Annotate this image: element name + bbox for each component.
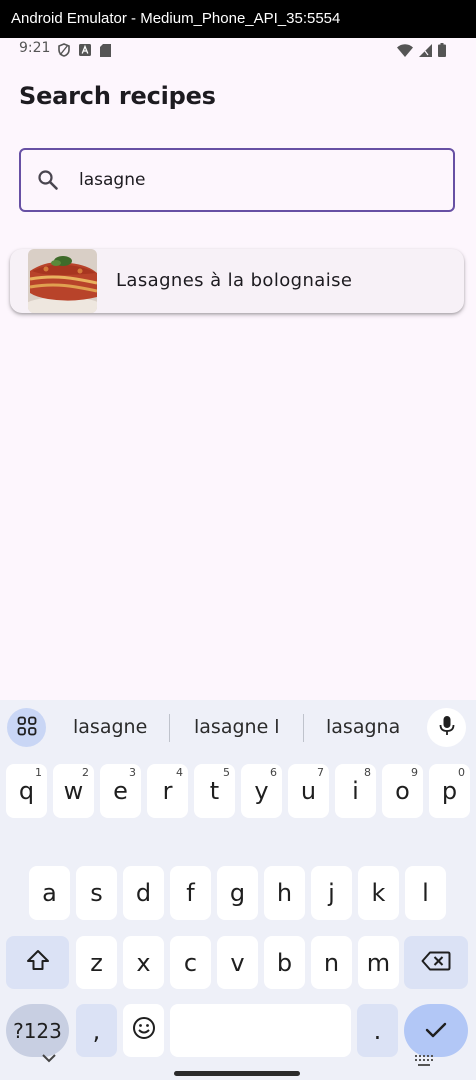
keyboard-switch-icon[interactable] (414, 1053, 434, 1072)
key-j[interactable]: j (311, 866, 352, 920)
emoji-key[interactable] (123, 1004, 164, 1057)
suggestion-divider (303, 714, 304, 742)
shield-icon (58, 43, 70, 61)
shift-key[interactable] (6, 936, 69, 989)
key-n[interactable]: n (311, 936, 352, 989)
key-z[interactable]: z (76, 936, 117, 989)
suggestion-2[interactable]: lasagne l (194, 716, 280, 738)
status-system-icons (397, 43, 446, 61)
voice-input-button[interactable] (427, 708, 466, 747)
key-hint: 9 (411, 766, 418, 779)
key-hint: 7 (317, 766, 324, 779)
emoji-icon (132, 1016, 156, 1046)
recipe-result-title: Lasagnes à la bolognaise (116, 270, 353, 291)
phone-screen: 9:21 Search recipes lasagne Lasagnes à l… (0, 38, 476, 1080)
key-x[interactable]: x (123, 936, 164, 989)
key-hint: 8 (364, 766, 371, 779)
key-label: u (300, 777, 317, 805)
key-u[interactable]: u7 (288, 764, 329, 818)
suggestion-1[interactable]: lasagne (73, 716, 147, 738)
checkmark-icon (425, 1017, 447, 1045)
lasagna-photo (28, 249, 97, 313)
keyboard-apps-button[interactable] (7, 708, 46, 747)
battery-icon (438, 43, 446, 61)
cell-signal-icon (419, 43, 432, 61)
hide-keyboard-chevron-icon[interactable] (40, 1049, 58, 1068)
key-label: t (209, 777, 220, 805)
period-key[interactable]: . (357, 1004, 398, 1057)
enter-key[interactable] (404, 1004, 468, 1057)
key-m[interactable]: m (358, 936, 399, 989)
key-v[interactable]: v (217, 936, 258, 989)
page-title: Search recipes (19, 82, 216, 110)
key-label: r (162, 777, 173, 805)
key-q[interactable]: q1 (6, 764, 47, 818)
key-i[interactable]: i8 (335, 764, 376, 818)
key-label: w (63, 777, 84, 805)
soft-keyboard: lasagne lasagne l lasagna q1w2e3r4t5y6u7… (0, 700, 476, 1080)
status-notification-icons (58, 43, 111, 61)
symbols-key[interactable]: ?123 (6, 1004, 69, 1057)
key-a[interactable]: a (29, 866, 70, 920)
key-hint: 1 (35, 766, 42, 779)
suggestion-strip: lasagne lasagne l lasagna (0, 700, 476, 756)
key-e[interactable]: e3 (100, 764, 141, 818)
key-hint: 6 (270, 766, 277, 779)
wifi-icon (397, 43, 413, 61)
key-hint: 2 (82, 766, 89, 779)
emulator-title-bar: Android Emulator - Medium_Phone_API_35:5… (0, 0, 476, 38)
key-o[interactable]: o9 (382, 764, 423, 818)
key-f[interactable]: f (170, 866, 211, 920)
backspace-key[interactable] (404, 936, 468, 989)
gesture-nav-bar[interactable] (174, 1071, 300, 1076)
microphone-icon (439, 715, 455, 741)
key-hint: 3 (129, 766, 136, 779)
key-s[interactable]: s (76, 866, 117, 920)
status-bar: 9:21 (0, 38, 476, 64)
key-t[interactable]: t5 (194, 764, 235, 818)
key-hint: 4 (176, 766, 183, 779)
recipe-result-card[interactable]: Lasagnes à la bolognaise (10, 249, 464, 313)
suggestion-divider (169, 714, 170, 742)
key-d[interactable]: d (123, 866, 164, 920)
space-key[interactable] (170, 1004, 351, 1057)
key-label: y (254, 777, 269, 805)
key-label: o (395, 777, 410, 805)
search-field[interactable] (19, 148, 455, 212)
key-label: i (352, 777, 359, 805)
key-label: q (18, 777, 35, 805)
key-label: e (113, 777, 128, 805)
grid-icon (17, 716, 37, 740)
key-l[interactable]: l (405, 866, 446, 920)
key-k[interactable]: k (358, 866, 399, 920)
shift-icon (26, 949, 50, 977)
key-label: p (441, 777, 458, 805)
key-hint: 0 (458, 766, 465, 779)
sd-card-icon (100, 43, 111, 61)
key-p[interactable]: p0 (429, 764, 470, 818)
search-input[interactable] (79, 162, 439, 198)
suggestion-3[interactable]: lasagna (326, 716, 400, 738)
search-icon (36, 168, 60, 192)
status-time: 9:21 (19, 40, 51, 56)
key-r[interactable]: r4 (147, 764, 188, 818)
key-c[interactable]: c (170, 936, 211, 989)
key-g[interactable]: g (217, 866, 258, 920)
backspace-icon (421, 949, 451, 977)
key-w[interactable]: w2 (53, 764, 94, 818)
key-h[interactable]: h (264, 866, 305, 920)
key-b[interactable]: b (264, 936, 305, 989)
font-a-icon (79, 44, 91, 60)
key-hint: 5 (223, 766, 230, 779)
key-y[interactable]: y6 (241, 764, 282, 818)
comma-key[interactable]: , (76, 1004, 117, 1057)
